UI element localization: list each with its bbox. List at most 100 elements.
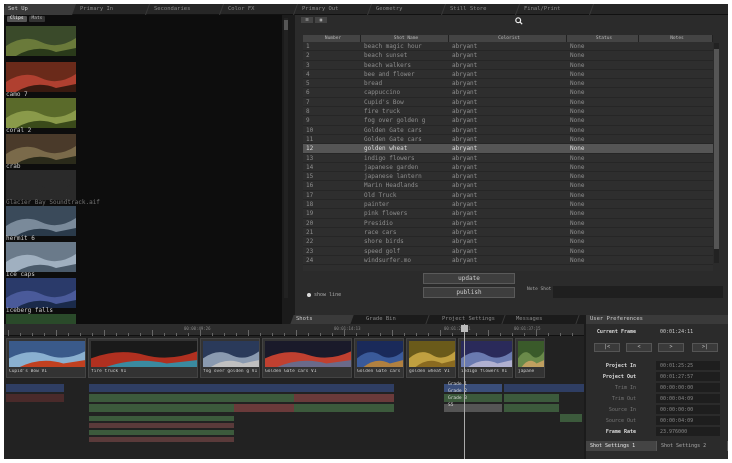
- table-row[interactable]: 10 Golden Gate cars abryant None: [303, 126, 713, 135]
- grade-bar[interactable]: [294, 404, 394, 412]
- table-row[interactable]: 8 fire truck abryant None: [303, 107, 713, 117]
- shot-table-scrollbar[interactable]: [714, 43, 719, 263]
- scrollbar-thumb[interactable]: [284, 20, 288, 30]
- clip-item[interactable]: camo 7: [4, 59, 282, 98]
- settings-value[interactable]: 00:01:27:57: [656, 372, 720, 381]
- table-row[interactable]: 5 bread abryant None: [303, 79, 713, 89]
- grade-bar[interactable]: [89, 437, 234, 442]
- clip-item[interactable]: [4, 23, 282, 59]
- tab-primary-in[interactable]: Primary In: [73, 4, 151, 15]
- column-status[interactable]: Status: [567, 35, 639, 42]
- tab-final-print[interactable]: Final/Print: [517, 4, 595, 15]
- list-view-button[interactable]: ☰: [301, 17, 313, 23]
- table-row[interactable]: 19 pink flowers abryant None: [303, 209, 713, 219]
- settings-value[interactable]: 00:00:04:09: [656, 416, 720, 425]
- table-row[interactable]: 6 cappuccino abryant None: [303, 88, 713, 98]
- table-row[interactable]: 12 golden wheat abryant None: [303, 144, 713, 154]
- column-colorist[interactable]: Colorist: [449, 35, 567, 42]
- grade-bar[interactable]: [294, 394, 394, 402]
- scrollbar-thumb[interactable]: [714, 49, 719, 249]
- grade-bar[interactable]: [6, 384, 64, 392]
- grade-bar[interactable]: [504, 394, 559, 402]
- table-row[interactable]: 7 Cupid's Bow abryant None: [303, 98, 713, 108]
- tab-shot-settings-2[interactable]: Shot Settings 2: [657, 441, 728, 451]
- grade-bar[interactable]: [89, 394, 301, 402]
- grade-bar[interactable]: [504, 404, 559, 412]
- table-row[interactable]: 24 windsurfer.mo abryant None: [303, 256, 713, 266]
- tab-grade-bin[interactable]: Grade Bin: [360, 315, 430, 324]
- column-shot-name[interactable]: Shot Name: [361, 35, 449, 42]
- subtab-clips[interactable]: Clips: [7, 16, 27, 22]
- user-preferences-tab[interactable]: User Preferences: [586, 315, 728, 324]
- grade-bar[interactable]: [89, 423, 234, 428]
- notes-field[interactable]: [553, 286, 723, 298]
- tab-shot-settings-1[interactable]: Shot Settings 1: [586, 441, 657, 451]
- table-row[interactable]: 1 beach magic hour abryant None: [303, 42, 713, 52]
- grade-bar[interactable]: [6, 394, 64, 402]
- table-row[interactable]: 15 japanese lantern abryant None: [303, 172, 713, 182]
- tab-geometry[interactable]: Geometry: [369, 4, 447, 15]
- column-notes[interactable]: Notes: [639, 35, 713, 42]
- show-line-toggle[interactable]: show line: [307, 292, 341, 298]
- table-row[interactable]: 13 indigo flowers abryant None: [303, 154, 713, 163]
- table-row[interactable]: 17 Old Truck abryant None: [303, 191, 713, 201]
- playhead[interactable]: [464, 324, 465, 459]
- clip-item[interactable]: iceberg falls: [4, 275, 282, 314]
- timeline-clip[interactable]: Golden Gate cars V1: [262, 338, 352, 378]
- settings-value[interactable]: 00:00:04:09: [656, 394, 720, 403]
- clip-item[interactable]: hermit 6: [4, 203, 282, 242]
- grade-bar[interactable]: [294, 384, 394, 392]
- table-row[interactable]: 14 japanese garden abryant None: [303, 163, 713, 173]
- grade-bar[interactable]: [89, 404, 234, 412]
- table-row[interactable]: 22 shore birds abryant None: [303, 237, 713, 247]
- publish-button[interactable]: publish: [423, 287, 515, 298]
- table-row[interactable]: 21 race cars abryant None: [303, 228, 713, 238]
- update-button[interactable]: update: [423, 273, 515, 284]
- radio-dot[interactable]: [307, 293, 311, 297]
- go-to-start-button[interactable]: |<: [594, 343, 620, 352]
- tab-project-settings[interactable]: Project Settings: [436, 315, 506, 324]
- tab-shots[interactable]: Shots: [290, 315, 354, 324]
- table-row[interactable]: 23 speed golf abryant None: [303, 247, 713, 256]
- tab-still-store[interactable]: Still Store: [443, 4, 521, 15]
- clip-item[interactable]: coral 2: [4, 95, 282, 134]
- timeline-ruler[interactable]: 00:00:49:26 00:01:14:13 00:01:24:11 00:0…: [4, 324, 584, 336]
- table-row[interactable]: 11 Golden Gate cars abryant None: [303, 135, 713, 145]
- timeline-clip[interactable]: japane: [515, 338, 545, 378]
- table-row[interactable]: 16 Marin Headlands abryant None: [303, 181, 713, 191]
- previous-button[interactable]: <: [626, 343, 652, 352]
- timeline-clip[interactable]: fire truck V1: [88, 338, 198, 378]
- table-row[interactable]: 20 Presidio abryant None: [303, 219, 713, 228]
- grade-bar[interactable]: [89, 430, 234, 435]
- grade-bar[interactable]: [89, 384, 301, 392]
- subtab-mats[interactable]: Mats: [28, 16, 46, 22]
- table-row[interactable]: 9 fog over golden g abryant None: [303, 116, 713, 126]
- settings-value[interactable]: 23.976000: [656, 427, 720, 436]
- settings-value[interactable]: 00:01:25:25: [656, 361, 720, 370]
- clip-item[interactable]: Ice caps: [4, 239, 282, 278]
- timeline-clip[interactable]: golden wheat V1: [406, 338, 456, 378]
- next-button[interactable]: >: [658, 343, 684, 352]
- search-icon[interactable]: [515, 17, 523, 25]
- tab-primary-out[interactable]: Primary Out: [295, 4, 373, 15]
- table-row[interactable]: 18 painter abryant None: [303, 200, 713, 210]
- grade-bar[interactable]: [504, 384, 584, 392]
- timeline-clip[interactable]: Golden Gate cars V1: [354, 338, 404, 378]
- settings-value[interactable]: 00:00:00:00: [656, 405, 720, 414]
- table-row[interactable]: 2 beach sunset abryant None: [303, 51, 713, 61]
- timeline-clip[interactable]: indigo flowers V1: [458, 338, 513, 378]
- grade-bar[interactable]: [89, 416, 234, 421]
- clip-item[interactable]: Glacier Bay Soundtrack.aif: [4, 167, 282, 206]
- table-row[interactable]: 4 bee and flower abryant None: [303, 70, 713, 80]
- timeline-clip[interactable]: Cupid's Bow V1: [6, 338, 86, 378]
- settings-value[interactable]: 00:00:00:00: [656, 383, 720, 392]
- grid-view-button[interactable]: ▦: [315, 17, 327, 23]
- column-number[interactable]: Number: [303, 35, 361, 42]
- timeline-clip[interactable]: fog over golden g V1: [200, 338, 260, 378]
- tab-messages[interactable]: Messages: [510, 315, 580, 324]
- table-row[interactable]: 3 beach walkers abryant None: [303, 61, 713, 70]
- tab-secondaries[interactable]: Secondaries: [147, 4, 225, 15]
- playhead-handle[interactable]: [461, 325, 468, 332]
- tab-color-fx[interactable]: Color FX: [221, 4, 299, 15]
- timeline[interactable]: 00:00:49:26 00:01:14:13 00:01:24:11 00:0…: [4, 324, 584, 459]
